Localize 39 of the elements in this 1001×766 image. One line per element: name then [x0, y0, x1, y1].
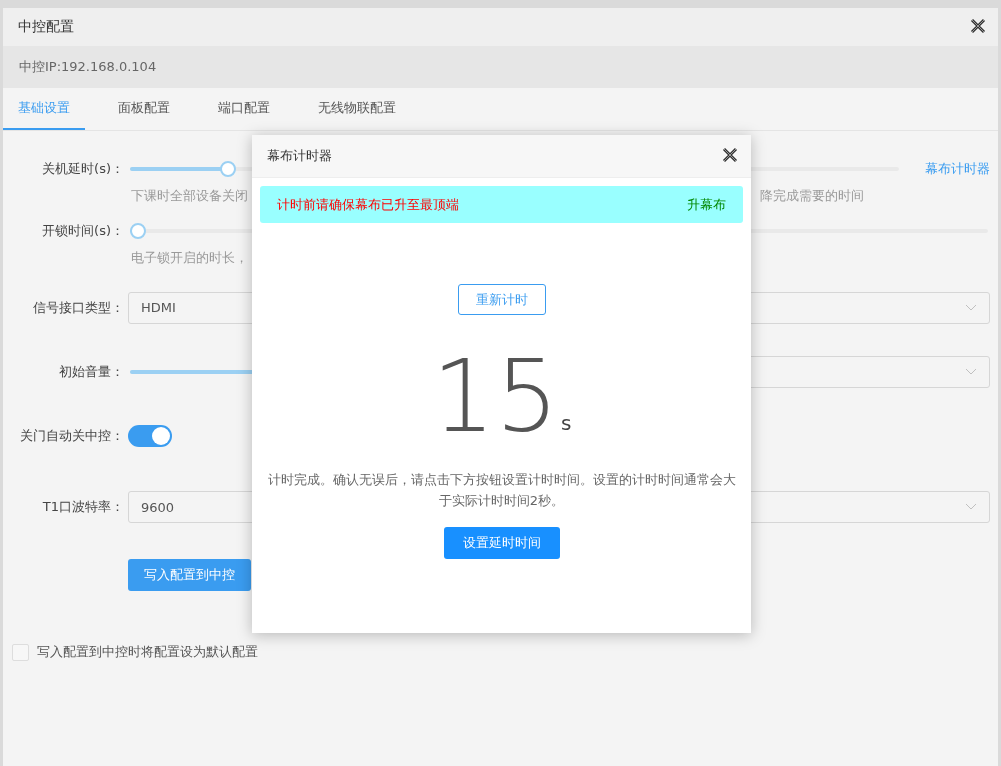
raise-curtain-link[interactable]: 升幕布 [687, 195, 726, 214]
curtain-timer-link[interactable]: 幕布计时器 [925, 160, 990, 178]
message-text: 计时完成。确认无误后，请点击下方按钮设置计时时间。设置的计时时间通常会大于实际计时时间2秒。 [266, 471, 737, 510]
field-label: 关机延时(s)： [41, 160, 125, 178]
write-config-button[interactable]: 写入配置到中控 [128, 558, 251, 591]
set-delay-button[interactable]: 设置延时时间 [443, 527, 560, 559]
ip-text: 中控IP:192.168.0.104 [19, 58, 157, 76]
close-button[interactable] [970, 18, 988, 36]
window-title: 中控配置 [18, 18, 74, 36]
slider-handle[interactable] [130, 223, 146, 239]
toggle-switch[interactable] [128, 424, 172, 447]
field-label: 关门自动关中控： [19, 426, 125, 445]
hint-text: 电子锁开启的时长， [131, 250, 248, 265]
hint-text: 下课时全部设备关闭 [131, 188, 248, 203]
tab[interactable]: 端口配置 [203, 88, 285, 130]
close-icon [722, 147, 738, 163]
tab[interactable]: 无线物联配置 [303, 88, 411, 130]
select-value: 9600 [141, 499, 175, 515]
hint-text: 降完成需要的时间 [760, 187, 864, 205]
chevron-down-icon [965, 368, 977, 376]
select-value: HDMI [141, 300, 176, 315]
field-label: 开锁时间(s)： [41, 222, 125, 240]
tab[interactable]: 基础设置 [3, 88, 85, 130]
checkbox[interactable] [12, 643, 29, 661]
countdown-value: 15 [431, 347, 559, 447]
countdown-unit: s [560, 411, 572, 435]
close-button[interactable] [722, 147, 740, 165]
tab[interactable]: 面板配置 [103, 88, 185, 130]
modal-title: 幕布计时器 [267, 147, 332, 165]
chevron-down-icon [965, 303, 977, 312]
field-label: 初始音量： [58, 363, 125, 381]
chevron-down-icon [965, 503, 977, 511]
field-label: 信号接口类型： [32, 298, 125, 317]
close-icon [970, 18, 986, 34]
checkbox-label: 写入配置到中控时将配置设为默认配置 [37, 643, 258, 661]
field-label: T1口波特率： [41, 498, 125, 516]
restart-button[interactable]: 重新计时 [457, 284, 546, 315]
slider-handle[interactable] [220, 161, 237, 177]
alert-text: 计时前请确保幕布已升至最顶端 [277, 195, 459, 214]
